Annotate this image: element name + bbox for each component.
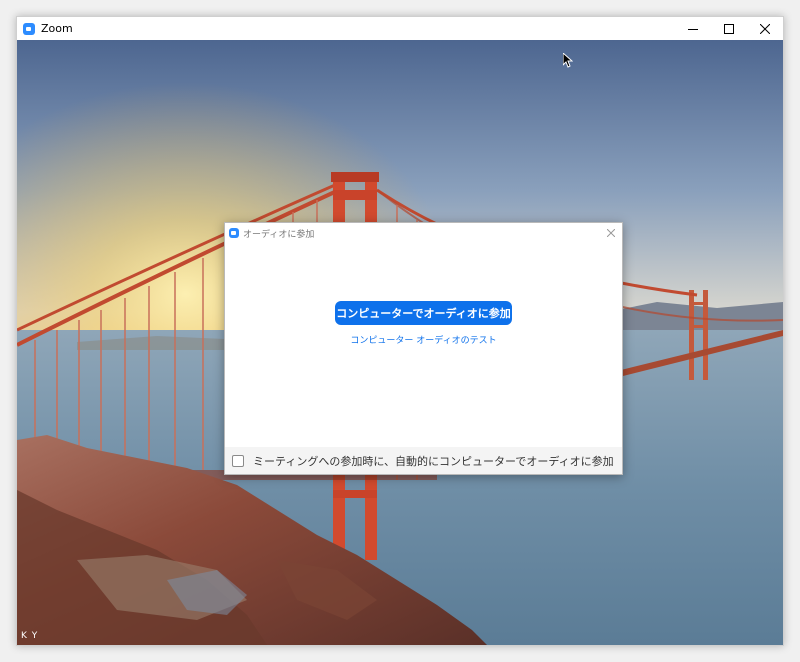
minimize-icon xyxy=(688,28,698,30)
minimize-button[interactable] xyxy=(675,17,711,40)
maximize-icon xyxy=(724,23,734,34)
join-audio-dialog: オーディオに参加 コンピューターでオーディオに参加 コンピューター オーディオの… xyxy=(224,222,623,475)
zoom-window: Zoom K Y オーディオに参加 コンピューターでオーディオに参加 コンピュー… xyxy=(16,16,784,646)
join-with-computer-audio-button[interactable]: コンピューターでオーディオに参加 xyxy=(335,301,512,325)
dialog-title: オーディオに参加 xyxy=(243,229,315,240)
dialog-titlebar[interactable]: オーディオに参加 xyxy=(225,223,622,243)
window-controls xyxy=(675,17,783,40)
auto-join-audio-checkbox[interactable] xyxy=(232,454,244,467)
zoom-camera-icon xyxy=(229,228,239,238)
close-icon xyxy=(760,23,770,34)
window-titlebar[interactable]: Zoom xyxy=(17,17,783,40)
dialog-footer: ミーティングへの参加時に、自動的にコンピューターでオーディオに参加 xyxy=(225,447,622,474)
window-title: Zoom xyxy=(41,22,73,35)
close-button[interactable] xyxy=(747,17,783,40)
participant-initials: K Y xyxy=(21,631,39,641)
mouse-cursor-icon xyxy=(563,53,573,68)
dialog-close-button[interactable] xyxy=(605,227,617,239)
zoom-camera-icon xyxy=(23,22,35,35)
test-computer-audio-link[interactable]: コンピューター オーディオのテスト xyxy=(225,333,622,346)
auto-join-audio-label[interactable]: ミーティングへの参加時に、自動的にコンピューターでオーディオに参加 xyxy=(253,453,614,469)
maximize-button[interactable] xyxy=(711,17,747,40)
close-icon xyxy=(607,229,615,237)
